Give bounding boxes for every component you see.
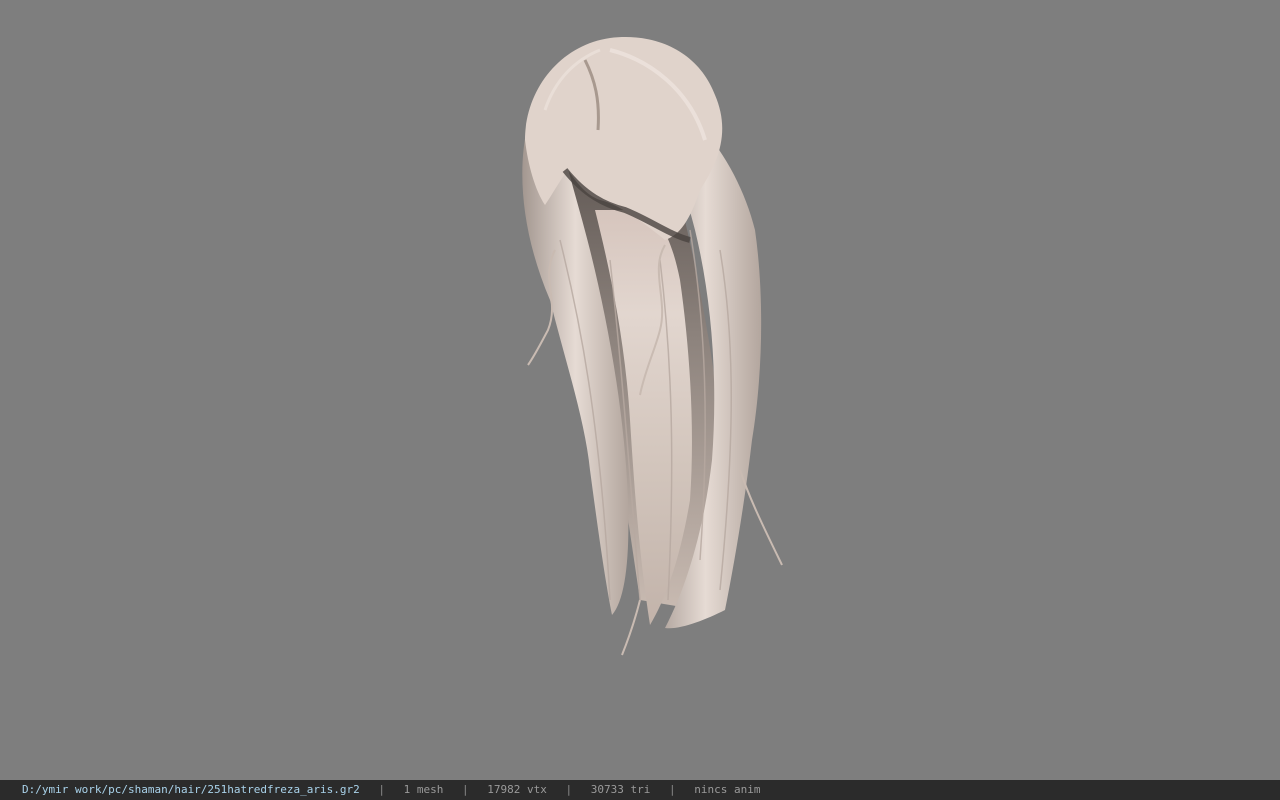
separator: | xyxy=(378,783,386,796)
hair-model[interactable] xyxy=(0,0,1280,780)
vertex-count: 17982 vtx xyxy=(487,783,547,796)
separator: | xyxy=(565,783,573,796)
separator: | xyxy=(462,783,469,796)
mesh-count: 1 mesh xyxy=(403,783,444,796)
file-path: D:/ymir work/pc/shaman/hair/251hatredfre… xyxy=(22,783,360,796)
triangle-count: 30733 tri xyxy=(590,783,651,796)
3d-viewport[interactable] xyxy=(0,0,1280,780)
status-bar: D:/ymir work/pc/shaman/hair/251hatredfre… xyxy=(0,780,1280,800)
separator: | xyxy=(668,783,676,796)
anim-status: nincs anim xyxy=(694,783,761,796)
